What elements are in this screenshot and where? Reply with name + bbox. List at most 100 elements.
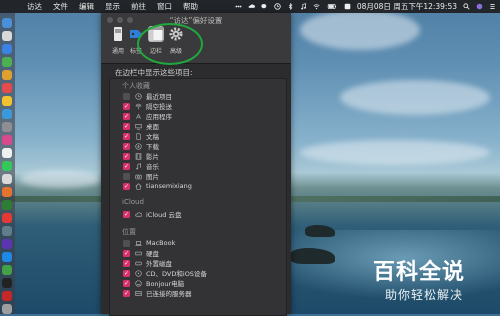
disk-icon: [135, 251, 142, 255]
notes-app-icon[interactable]: [2, 96, 12, 106]
safari-app-icon[interactable]: [2, 44, 12, 54]
menu-help[interactable]: 帮助: [183, 1, 198, 12]
finder-app-icon[interactable]: [2, 18, 12, 28]
clock-status-icon[interactable]: [274, 3, 281, 10]
app-icon[interactable]: [2, 213, 12, 223]
item-label: 图片: [146, 173, 159, 181]
checkbox[interactable]: ✓: [123, 112, 130, 120]
item-label: 应用程序: [146, 113, 172, 121]
list-item[interactable]: ✓ 图片: [123, 171, 159, 181]
item-label: 桌面: [146, 123, 159, 131]
app-icon[interactable]: [2, 174, 12, 184]
external-disk-icon: [135, 261, 142, 265]
app-icon[interactable]: [2, 200, 12, 210]
item-label: iCloud 云盘: [146, 211, 182, 219]
app-store-icon[interactable]: [2, 109, 12, 119]
calendar-app-icon[interactable]: [2, 83, 12, 93]
checkbox[interactable]: ✓: [123, 210, 130, 218]
list-item[interactable]: ✓ 应用程序: [123, 111, 172, 121]
item-label: 已连接的服务器: [146, 290, 192, 298]
sidebar-options-list: 个人收藏 ✓ 最近项目 ✓ 隔空投送 ✓ 应用程序 ✓ 桌面: [109, 78, 287, 316]
wechat-icon[interactable]: [261, 3, 268, 10]
checkbox[interactable]: ✓: [123, 249, 130, 257]
checkbox[interactable]: ✓: [123, 279, 130, 287]
checkbox[interactable]: ✓: [123, 182, 130, 190]
list-item[interactable]: ✓ iCloud 云盘: [123, 209, 181, 219]
list-item[interactable]: ✓ tiansemixiang: [123, 181, 192, 191]
list-item[interactable]: ✓ 影片: [123, 151, 159, 161]
list-item[interactable]: ✓ 已连接的服务器: [123, 288, 192, 298]
cloud-status-icon[interactable]: [248, 3, 255, 10]
desktop-icon: [135, 123, 142, 130]
app-icon[interactable]: [2, 187, 12, 197]
input-source-icon[interactable]: [344, 3, 351, 10]
download-icon: [135, 142, 142, 150]
checkbox[interactable]: ✓: [123, 289, 130, 297]
list-item[interactable]: ✓ 硬盘: [123, 248, 159, 258]
item-label: 硬盘: [146, 250, 159, 258]
app-icon[interactable]: [2, 265, 12, 275]
app-icon[interactable]: [2, 226, 12, 236]
checkbox[interactable]: ✓: [123, 172, 130, 180]
dock: [0, 13, 15, 314]
airdrop-icon: [135, 103, 142, 109]
list-item[interactable]: ✓ 下载: [123, 141, 159, 151]
app-icon[interactable]: [2, 291, 12, 301]
notification-center-icon[interactable]: [489, 3, 496, 10]
list-item[interactable]: ✓ MacBook: [123, 238, 175, 248]
app-icon[interactable]: [2, 278, 12, 288]
document-icon: [136, 132, 141, 140]
app-icon[interactable]: [2, 122, 12, 132]
bluetooth-icon[interactable]: [287, 3, 294, 10]
checkbox[interactable]: ✓: [123, 132, 130, 140]
checkbox[interactable]: ✓: [123, 102, 130, 110]
music-app-icon[interactable]: [2, 135, 12, 145]
item-label: 隔空投送: [146, 103, 172, 111]
dots-icon[interactable]: [235, 3, 242, 10]
section-favorites-heading: 个人收藏: [122, 82, 150, 90]
wifi-icon[interactable]: [313, 3, 320, 10]
siri-icon[interactable]: [476, 3, 483, 10]
spotlight-icon[interactable]: [463, 3, 470, 10]
checkbox[interactable]: ✓: [123, 239, 130, 247]
list-item[interactable]: ✓ 隔空投送: [123, 101, 172, 111]
trash-icon[interactable]: [2, 304, 12, 314]
list-item[interactable]: ✓ 外置磁盘: [123, 258, 172, 268]
battery-icon[interactable]: [326, 3, 338, 10]
app-icon[interactable]: [2, 70, 12, 80]
menu-go[interactable]: 前往: [131, 1, 146, 12]
checkbox[interactable]: ✓: [123, 92, 130, 100]
section-locations-heading: 位置: [122, 228, 136, 236]
checkbox[interactable]: ✓: [123, 122, 130, 130]
launchpad-app-icon[interactable]: [2, 31, 12, 41]
menu-finder[interactable]: 访达: [27, 1, 42, 12]
checkbox[interactable]: ✓: [123, 142, 130, 150]
cloud-icon: [135, 211, 142, 217]
window-title: “访达”偏好设置: [169, 16, 223, 25]
app-icon[interactable]: [2, 252, 12, 262]
list-item[interactable]: ✓ CD、DVD和iOS设备: [123, 268, 207, 278]
item-label: Bonjour电脑: [146, 280, 185, 288]
item-label: 外置磁盘: [146, 260, 172, 268]
checkbox[interactable]: ✓: [123, 259, 130, 267]
facetime-app-icon[interactable]: [2, 161, 12, 171]
music-status-icon[interactable]: [300, 3, 307, 10]
app-icon[interactable]: [2, 148, 12, 158]
menu-window[interactable]: 窗口: [157, 1, 172, 12]
checkbox[interactable]: ✓: [123, 152, 130, 160]
clock-icon: [135, 92, 142, 100]
film-icon: [135, 152, 142, 160]
menu-file[interactable]: 文件: [53, 1, 68, 12]
list-item[interactable]: ✓ 最近项目: [123, 91, 172, 101]
menu-edit[interactable]: 编辑: [79, 1, 94, 12]
list-item[interactable]: ✓ 文稿: [123, 131, 159, 141]
messages-app-icon[interactable]: [2, 57, 12, 67]
checkbox[interactable]: ✓: [123, 162, 130, 170]
menu-clock[interactable]: 08月08日 周五下午12:39:53: [357, 1, 457, 12]
list-item[interactable]: ✓ Bonjour电脑: [123, 278, 184, 288]
list-item[interactable]: ✓ 桌面: [123, 121, 159, 131]
app-icon[interactable]: [2, 239, 12, 249]
menu-view[interactable]: 显示: [105, 1, 120, 12]
list-item[interactable]: ✓ 音乐: [123, 161, 159, 171]
checkbox[interactable]: ✓: [123, 269, 130, 277]
